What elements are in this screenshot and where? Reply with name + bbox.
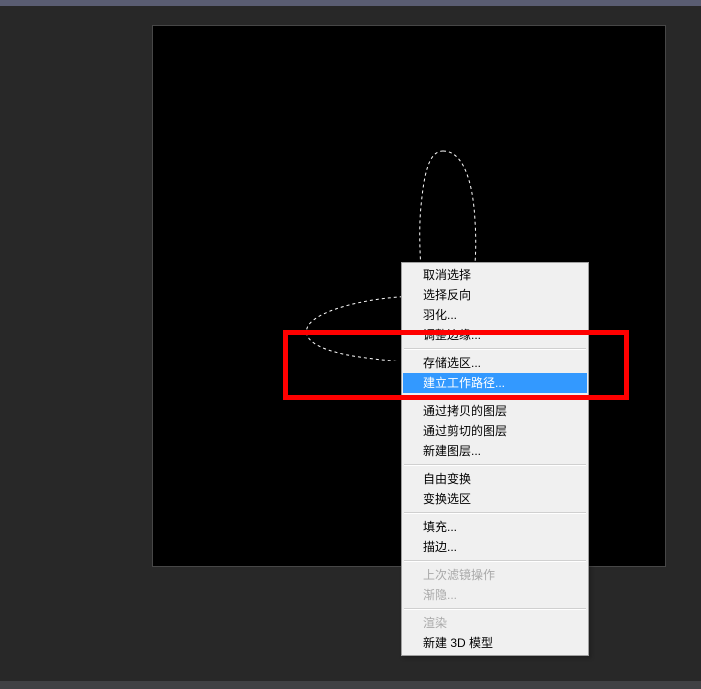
menu-separator bbox=[404, 608, 586, 610]
menu-item-deselect[interactable]: 取消选择 bbox=[403, 265, 587, 285]
menu-separator bbox=[404, 396, 586, 398]
menu-item-select-inverse[interactable]: 选择反向 bbox=[403, 285, 587, 305]
menu-item-new-3d-model[interactable]: 新建 3D 模型 bbox=[403, 633, 587, 653]
menu-item-feather[interactable]: 羽化... bbox=[403, 305, 587, 325]
menu-separator bbox=[404, 464, 586, 466]
menu-item-render: 渲染 bbox=[403, 613, 587, 633]
menu-item-fade: 渐隐... bbox=[403, 585, 587, 605]
window-bottom-strip bbox=[0, 681, 701, 689]
menu-separator bbox=[404, 560, 586, 562]
window-titlebar-strip bbox=[0, 0, 701, 6]
menu-item-make-work-path[interactable]: 建立工作路径... bbox=[403, 373, 587, 393]
menu-item-stroke[interactable]: 描边... bbox=[403, 537, 587, 557]
menu-item-layer-via-copy[interactable]: 通过拷贝的图层 bbox=[403, 401, 587, 421]
menu-item-refine-edge[interactable]: 调整边缘... bbox=[403, 325, 587, 345]
menu-item-fill[interactable]: 填充... bbox=[403, 517, 587, 537]
menu-separator bbox=[404, 512, 586, 514]
selection-context-menu[interactable]: 取消选择选择反向羽化...调整边缘... 存储选区...建立工作路径... 通过拷贝… bbox=[401, 262, 589, 656]
app-stage: 取消选择选择反向羽化...调整边缘... 存储选区...建立工作路径... 通过拷贝… bbox=[0, 0, 701, 689]
menu-item-free-transform[interactable]: 自由变换 bbox=[403, 469, 587, 489]
menu-separator bbox=[404, 348, 586, 350]
menu-item-last-filter: 上次滤镜操作 bbox=[403, 565, 587, 585]
menu-item-new-layer[interactable]: 新建图层... bbox=[403, 441, 587, 461]
menu-item-save-selection[interactable]: 存储选区... bbox=[403, 353, 587, 373]
menu-item-layer-via-cut[interactable]: 通过剪切的图层 bbox=[403, 421, 587, 441]
menu-item-transform-sel[interactable]: 变换选区 bbox=[403, 489, 587, 509]
